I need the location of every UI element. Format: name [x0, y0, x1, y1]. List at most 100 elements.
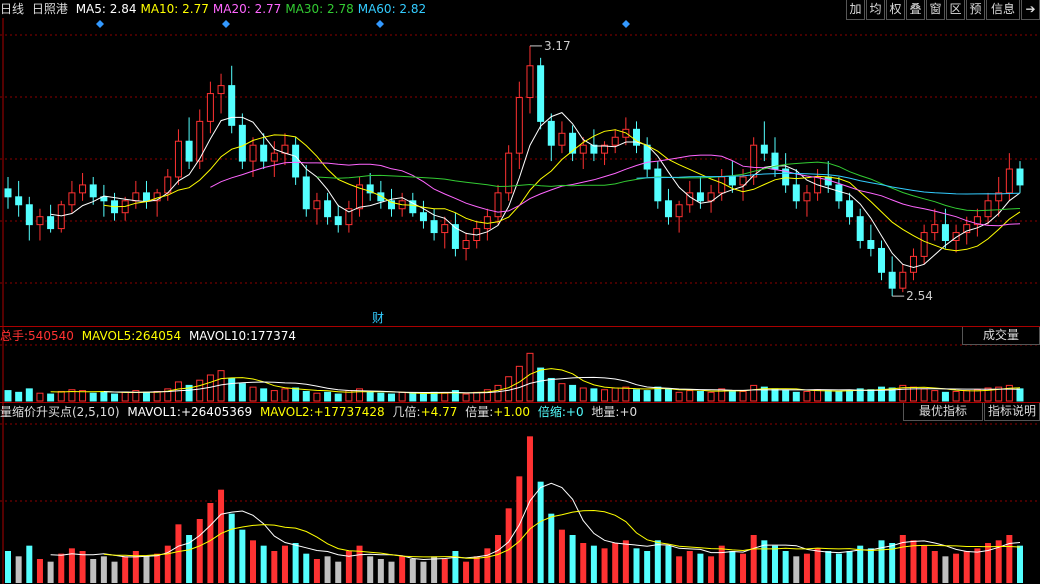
indicator-bar — [79, 551, 86, 583]
indicator-bar — [495, 535, 502, 583]
toolbar-button[interactable]: 窗 — [926, 0, 945, 20]
indicator-bar — [921, 545, 928, 583]
indicator-bar — [463, 561, 470, 583]
volume-bar — [324, 391, 332, 402]
candle — [675, 204, 683, 218]
indicator-chart[interactable] — [0, 403, 1040, 584]
indicator-bar — [708, 556, 715, 583]
indicator-bar — [644, 551, 651, 583]
volume-bar — [633, 389, 641, 402]
mavol5-value: 264054 — [135, 329, 182, 343]
toolbar-button[interactable]: 预 — [966, 0, 985, 20]
indicator-bar — [292, 543, 299, 583]
exit-icon[interactable]: ➔ — [1021, 0, 1040, 20]
candle — [89, 184, 97, 198]
indicator-bar — [718, 545, 725, 583]
indicator-bar — [186, 535, 193, 583]
toolbar-button[interactable]: 均 — [866, 0, 885, 20]
candle — [324, 200, 332, 218]
candle — [558, 132, 566, 146]
volume-bar — [782, 390, 790, 402]
best-indicator-tab[interactable]: 最优指标 — [903, 403, 983, 421]
candle — [270, 152, 278, 162]
indicator-pane[interactable]: 量缩价升买点(2,5,10) MAVOL1:+26405369 MAVOL2:+… — [0, 403, 1040, 584]
indicator-bar — [825, 551, 832, 583]
indicator-bar — [793, 556, 800, 583]
indicator-bar — [281, 545, 288, 583]
volume-bar — [387, 393, 395, 402]
indicator-bar — [175, 524, 182, 583]
toolbar-button[interactable]: 权 — [886, 0, 905, 20]
mavol10-label: MAVOL10: — [188, 329, 251, 343]
volume-bar — [4, 390, 12, 402]
indicator-bar — [963, 551, 970, 583]
volume-bar — [260, 388, 268, 402]
volume-bar — [196, 379, 204, 402]
indicator-bar — [505, 508, 512, 583]
indicator-bar — [239, 529, 246, 583]
beiliang-value: +1.00 — [493, 405, 531, 419]
volume-bar — [920, 388, 928, 402]
indicator-help-tab[interactable]: 指标说明 — [984, 403, 1040, 421]
period-label[interactable]: 日线 — [0, 2, 24, 16]
volume-bar — [281, 388, 289, 402]
volume-bar — [739, 390, 747, 402]
toolbar-button[interactable]: 区 — [946, 0, 965, 20]
toolbar-button[interactable]: 叠 — [906, 0, 925, 20]
candle — [313, 200, 321, 210]
indicator-bar — [580, 543, 587, 583]
indicator-bar — [942, 556, 949, 583]
indicator-bar — [953, 553, 960, 583]
price-pane[interactable]: 3.17 2.54 财 日线 日照港 MA5: 2.84 MA10: 2.77 MA20… — [0, 0, 1040, 326]
indicator-bar — [111, 561, 118, 583]
candle — [419, 212, 427, 222]
candle — [878, 247, 886, 273]
indicator-bar — [47, 561, 54, 583]
indicator-bar — [1006, 535, 1013, 583]
indicator-bar — [857, 545, 864, 583]
mavol2-label: MAVOL2: — [259, 405, 314, 419]
toolbar-button[interactable]: 加 — [846, 0, 865, 20]
candle — [654, 168, 662, 202]
volume-bar — [569, 384, 577, 402]
volume-bar — [121, 391, 129, 402]
candle — [15, 196, 23, 206]
volume-bar — [100, 391, 108, 402]
volume-legend: 总手:540540 MAVOL5:264054 MAVOL10:177374 — [0, 327, 300, 345]
diliang-value: +0 — [619, 405, 638, 419]
indicator-bar — [835, 553, 842, 583]
volume-bar — [952, 390, 960, 402]
volume-bar — [654, 386, 662, 402]
candle — [569, 132, 577, 154]
low-price-label: 2.54 — [906, 289, 933, 303]
candle — [25, 204, 33, 226]
event-diamond-icon — [622, 20, 630, 28]
mavol1-value: +26405369 — [180, 405, 253, 419]
indicator-name[interactable]: 量缩价升买点(2,5,10) — [0, 405, 120, 419]
volume-pane[interactable]: 总手:540540 MAVOL5:264054 MAVOL10:177374 成… — [0, 327, 1040, 402]
volume-bar — [270, 390, 278, 402]
indicator-bar — [601, 548, 608, 583]
indicator-bar — [697, 553, 704, 583]
toolbar-button[interactable]: 信息 — [986, 0, 1020, 20]
candle — [867, 240, 875, 249]
candle — [430, 220, 438, 234]
indicator-bar — [931, 551, 938, 583]
candle — [611, 136, 619, 146]
beiliang-label: 倍量: — [465, 405, 494, 419]
volume-bar — [462, 393, 470, 402]
ma-values: MA5: 2.84 MA10: 2.77 MA20: 2.77 MA30: 2.78 M… — [76, 2, 430, 16]
total-volume-value: 540540 — [28, 329, 74, 343]
volume-tab[interactable]: 成交量 — [962, 327, 1040, 345]
indicator-bar — [814, 548, 821, 583]
candle — [537, 65, 545, 122]
ma-item: MA20: 2.77 — [212, 2, 282, 16]
indicator-bar — [228, 513, 235, 583]
indicator-bar — [335, 561, 342, 583]
indicator-bar — [910, 540, 917, 583]
candle — [643, 144, 651, 170]
beisuo-label: 倍缩: — [537, 405, 566, 419]
indicator-bar — [409, 559, 416, 583]
indicator-bar — [612, 543, 619, 583]
candlestick-chart[interactable]: 3.17 2.54 财 — [0, 0, 1040, 326]
